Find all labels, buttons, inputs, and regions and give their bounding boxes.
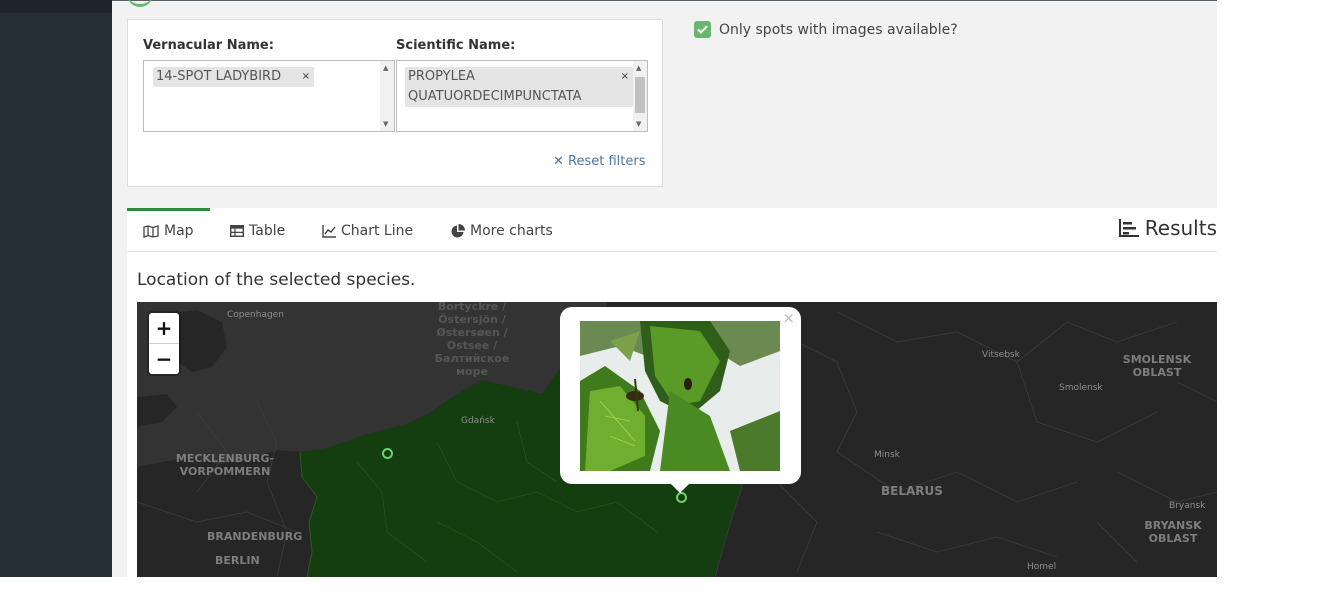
- tab-chart-line-label: Chart Line: [341, 223, 414, 239]
- bryansk-oblast-line-1: BRYANSK: [1144, 519, 1202, 532]
- tab-map[interactable]: Map: [143, 223, 194, 239]
- baltic-line-4: Ostsee /: [446, 339, 498, 352]
- zoom-out-button[interactable]: −: [149, 344, 179, 374]
- page-bottom: [0, 577, 1324, 608]
- filter-card: Vernacular Name: 14-SPOT LADYBIRD × ▲ ▼ …: [127, 19, 663, 187]
- scroll-down-icon[interactable]: ▼: [636, 120, 641, 128]
- zoom-control: + −: [149, 313, 179, 374]
- species-photo[interactable]: [580, 321, 780, 471]
- tab-more-charts-label: More charts: [470, 223, 553, 239]
- tab-chart-line[interactable]: Chart Line: [322, 223, 413, 239]
- baltic-line-6: море: [456, 365, 488, 378]
- map-label-mecklenburg: MECKLENBURG- VORPOMMERN: [170, 452, 280, 478]
- tab-more-charts[interactable]: More charts: [451, 223, 553, 239]
- scroll-thumb[interactable]: [635, 77, 645, 113]
- map-marker[interactable]: [382, 448, 393, 459]
- top-divider: [112, 0, 1217, 1]
- map-label-brandenburg: BRANDENBURG: [207, 530, 303, 543]
- results-label: Results: [1144, 216, 1217, 240]
- map-marker-selected[interactable]: [676, 492, 687, 503]
- vernacular-tag-label: 14-SPOT LADYBIRD: [156, 69, 282, 84]
- scientific-label: Scientific Name:: [396, 38, 516, 53]
- sidebar-top: [0, 0, 112, 13]
- images-only-option[interactable]: Only spots with images available?: [694, 21, 958, 38]
- map-label-copenhagen: Copenhagen: [227, 310, 284, 320]
- baltic-line-5: Балтийское: [434, 352, 510, 365]
- map-label-bryansk-oblast: BRYANSK OBLAST: [1133, 519, 1213, 545]
- vernacular-tag: 14-SPOT LADYBIRD ×: [153, 67, 314, 87]
- sidebar: [0, 0, 112, 577]
- zoom-in-button[interactable]: +: [149, 313, 179, 343]
- active-tab-indicator: [127, 208, 210, 211]
- map-label-baltic-sea: Bortyckre / Östersjön / Østersøen / Osts…: [422, 302, 522, 378]
- map-label-gdansk: Gdańsk: [461, 416, 495, 426]
- map-label-smolensk-oblast: SMOLENSK OBLAST: [1117, 353, 1197, 379]
- table-icon: [230, 225, 244, 237]
- tabs-divider: [127, 251, 1217, 252]
- bar-chart-icon: [1118, 219, 1139, 237]
- map-label-smolensk: Smolensk: [1059, 383, 1103, 393]
- baltic-line-2: Östersjön /: [438, 313, 506, 326]
- reset-filters-label: Reset filters: [568, 154, 646, 169]
- close-icon: ✕: [553, 154, 564, 169]
- vernacular-select[interactable]: 14-SPOT LADYBIRD × ▲ ▼: [143, 60, 395, 132]
- vernacular-label: Vernacular Name:: [143, 38, 274, 53]
- scientific-tag: PROPYLEA QUATUORDECIMPUNCTATA ×: [405, 67, 633, 107]
- map-label-vitsebsk: Vitsebsk: [982, 350, 1020, 360]
- scroll-up-icon[interactable]: ▲: [636, 64, 641, 72]
- tab-table-label: Table: [249, 223, 286, 239]
- mecklenburg-line-1: MECKLENBURG-: [175, 452, 275, 465]
- reset-filters-link[interactable]: ✕ Reset filters: [553, 154, 646, 169]
- map-popup: ×: [560, 307, 801, 493]
- chart-line-icon: [322, 224, 336, 238]
- baltic-line-3: Østersøen /: [436, 326, 508, 339]
- results-heading: Results: [1118, 216, 1217, 240]
- scroll-up-icon[interactable]: ▲: [383, 64, 388, 72]
- scientific-tag-line1: PROPYLEA: [408, 69, 475, 84]
- remove-tag-icon[interactable]: ×: [302, 67, 310, 87]
- baltic-line-1: Bortyckre /: [437, 302, 507, 313]
- checkmark-icon: [697, 25, 708, 34]
- tab-map-label: Map: [164, 223, 194, 239]
- map-label-homel: Homel: [1027, 562, 1057, 572]
- scientific-scrollbar[interactable]: ▲ ▼: [633, 61, 647, 131]
- map-icon: [143, 224, 159, 238]
- ladybird-leaf-image: [580, 321, 780, 471]
- images-only-label: Only spots with images available?: [719, 21, 958, 38]
- remove-tag-icon[interactable]: ×: [621, 67, 629, 87]
- popup-close-button[interactable]: ×: [782, 309, 795, 327]
- bryansk-oblast-line-2: OBLAST: [1148, 532, 1198, 545]
- mecklenburg-line-2: VORPOMMERN: [179, 465, 271, 478]
- pie-chart-icon: [451, 224, 465, 238]
- vernacular-scrollbar[interactable]: ▲ ▼: [380, 61, 394, 131]
- images-only-checkbox[interactable]: [694, 21, 711, 38]
- map-caption: Location of the selected species.: [137, 270, 416, 290]
- scroll-down-icon[interactable]: ▼: [383, 120, 388, 128]
- map-label-bryansk: Bryansk: [1169, 501, 1206, 511]
- map-label-belarus: BELARUS: [881, 484, 943, 498]
- map-label-minsk: Minsk: [874, 450, 900, 460]
- smolensk-oblast-line-2: OBLAST: [1132, 366, 1182, 379]
- scientific-select[interactable]: PROPYLEA QUATUORDECIMPUNCTATA × ▲ ▼: [396, 60, 648, 132]
- species-map[interactable]: Copenhagen Bortyckre / Östersjön / Øster…: [137, 302, 1217, 577]
- tab-table[interactable]: Table: [230, 223, 285, 239]
- scientific-tag-line2: QUATUORDECIMPUNCTATA: [408, 89, 582, 104]
- smolensk-oblast-line-1: SMOLENSK: [1122, 353, 1192, 366]
- popup-pointer: [670, 483, 690, 493]
- map-label-berlin: BERLIN: [215, 554, 260, 567]
